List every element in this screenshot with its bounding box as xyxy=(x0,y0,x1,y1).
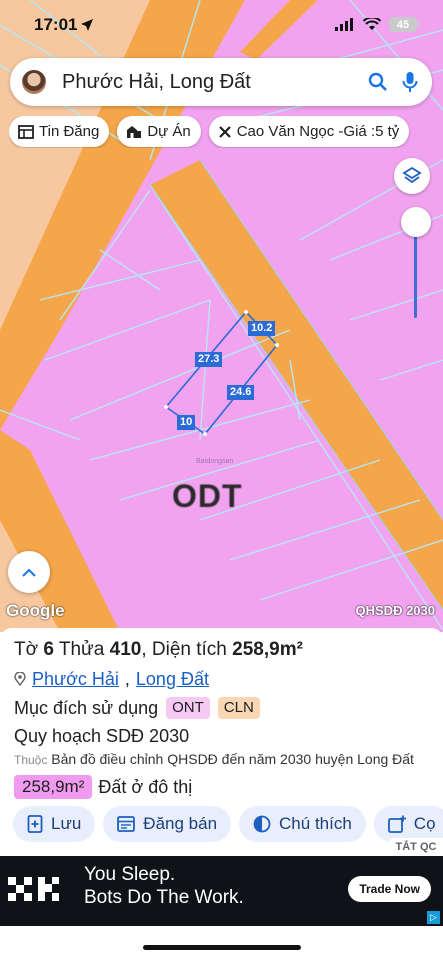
plan-title: Quy hoạch SDĐ 2030 xyxy=(14,726,190,746)
post-sale-label: Đăng bán xyxy=(143,814,218,833)
chevron-up-icon xyxy=(22,568,36,577)
plan-area-badge: 258,9m² xyxy=(14,775,93,799)
ad-cta-button[interactable]: Trade Now xyxy=(348,876,431,902)
contrast-icon xyxy=(253,815,271,833)
filter-chips: Tin Đăng Dự Án Cao Văn Ngọc -Giá :5 tỷ xyxy=(9,116,443,148)
ad-headline: You Sleep. Bots Do The Work. xyxy=(84,863,244,909)
tools-icon xyxy=(218,125,231,138)
add-image-icon xyxy=(387,815,406,833)
layers-icon xyxy=(402,166,422,184)
bookmark-plus-icon xyxy=(27,815,43,833)
chip-du-an[interactable]: Dự Án xyxy=(117,116,201,147)
comma: , xyxy=(124,669,130,689)
road-diagonal xyxy=(150,160,443,610)
plan-area-row: 258,9m² Đất ở đô thị xyxy=(14,775,429,799)
sheet-label: Tờ xyxy=(14,639,39,660)
collapse-button[interactable] xyxy=(8,551,50,593)
listing-icon xyxy=(18,124,34,139)
layers-button[interactable] xyxy=(394,158,430,194)
signal-icon xyxy=(335,18,353,31)
ad-headline-line-1: You Sleep. xyxy=(84,864,176,885)
search-input[interactable]: Phước Hải, Long Đất xyxy=(62,71,368,94)
opacity-slider-knob[interactable] xyxy=(401,207,431,237)
purpose-tag-cln: CLN xyxy=(217,697,260,719)
chip-tin-dang[interactable]: Tin Đăng xyxy=(9,116,110,147)
location-pin-icon xyxy=(14,672,26,686)
save-label: Lưu xyxy=(51,814,82,833)
map-source-label: QHSDĐ 2030 xyxy=(355,603,435,618)
more-action-label: Cọ xyxy=(413,814,436,833)
zone-code-label: ODT xyxy=(172,478,243,514)
ad-headline-line-2: Bots Do The Work. xyxy=(84,887,244,908)
wifi-icon xyxy=(363,18,381,30)
parcel-title: Tờ 6 Thửa 410, Diện tích 258,9m² xyxy=(14,638,429,662)
purpose-label: Mục đích sử dụng xyxy=(14,698,159,718)
home-indicator xyxy=(143,945,301,950)
sell-icon xyxy=(117,816,136,832)
post-sale-button[interactable]: Đăng bán xyxy=(103,806,232,842)
sheet-number: 6 xyxy=(43,639,54,660)
location-row: Phước Hải, Long Đất xyxy=(14,667,429,691)
parcel-dimension-label: 10 xyxy=(177,415,196,430)
ad-banner[interactable]: You Sleep. Bots Do The Work. Trade Now ▷ xyxy=(0,856,443,926)
google-logo: Google xyxy=(6,601,65,620)
status-bar: 17:01 45 xyxy=(0,0,443,50)
legend-label: Chú thích xyxy=(279,814,352,833)
ad-info-icon[interactable]: ▷ xyxy=(427,911,440,924)
building-icon xyxy=(127,125,142,138)
area-label: Diện tích xyxy=(151,639,227,660)
parcel-dimension-label: 24.6 xyxy=(227,385,255,400)
plan-prefix: Thuộc xyxy=(14,753,48,767)
okx-logo xyxy=(8,877,59,901)
map-watermark: Batdongsan xyxy=(196,458,234,465)
area-value: 258,9m² xyxy=(232,639,303,660)
more-action-button[interactable]: Cọ xyxy=(373,806,443,842)
comma: , xyxy=(141,639,147,660)
save-button[interactable]: Lưu xyxy=(13,806,96,842)
location-arrow-icon xyxy=(81,19,93,31)
chip-label: Tin Đăng xyxy=(39,123,100,140)
avatar[interactable] xyxy=(22,70,46,94)
district-link[interactable]: Long Đất xyxy=(136,667,209,691)
search-bar[interactable]: Phước Hải, Long Đất xyxy=(10,58,432,106)
chip-label: Dự Án xyxy=(147,123,191,140)
chip-agent[interactable]: Cao Văn Ngọc -Giá :5 tỷ xyxy=(208,116,410,147)
plan-source-text: Bản đồ điều chỉnh QHSDĐ đến năm 2030 huy… xyxy=(51,751,414,767)
plan-usage: Đất ở đô thị xyxy=(98,776,193,797)
action-buttons: Lưu Đăng bán Chú thích Cọ xyxy=(13,806,443,842)
close-ad-button[interactable]: TẮT QC xyxy=(389,838,443,856)
battery-indicator: 45 xyxy=(389,17,420,32)
parcel-dimension-label: 10.2 xyxy=(248,321,276,336)
parcel-label: Thửa xyxy=(58,639,105,660)
ward-link[interactable]: Phước Hải xyxy=(32,667,119,691)
search-icon[interactable] xyxy=(368,72,388,92)
legend-button[interactable]: Chú thích xyxy=(239,806,366,842)
parcel-number: 410 xyxy=(109,639,142,660)
plan-source: Thuộc Bản đồ điều chỉnh QHSDĐ đến năm 20… xyxy=(14,750,429,769)
land-purpose-row: Mục đích sử dụng ONT CLN xyxy=(14,696,429,720)
status-time: 17:01 xyxy=(34,15,78,34)
parcel-dimension-label: 27.3 xyxy=(195,352,223,367)
microphone-icon[interactable] xyxy=(402,71,418,93)
parcel-info-panel: Tờ 6 Thửa 410, Diện tích 258,9m² Phước H… xyxy=(0,628,443,858)
chip-label: Cao Văn Ngọc -Giá :5 tỷ xyxy=(236,123,400,140)
purpose-tag-ont: ONT xyxy=(166,697,210,719)
